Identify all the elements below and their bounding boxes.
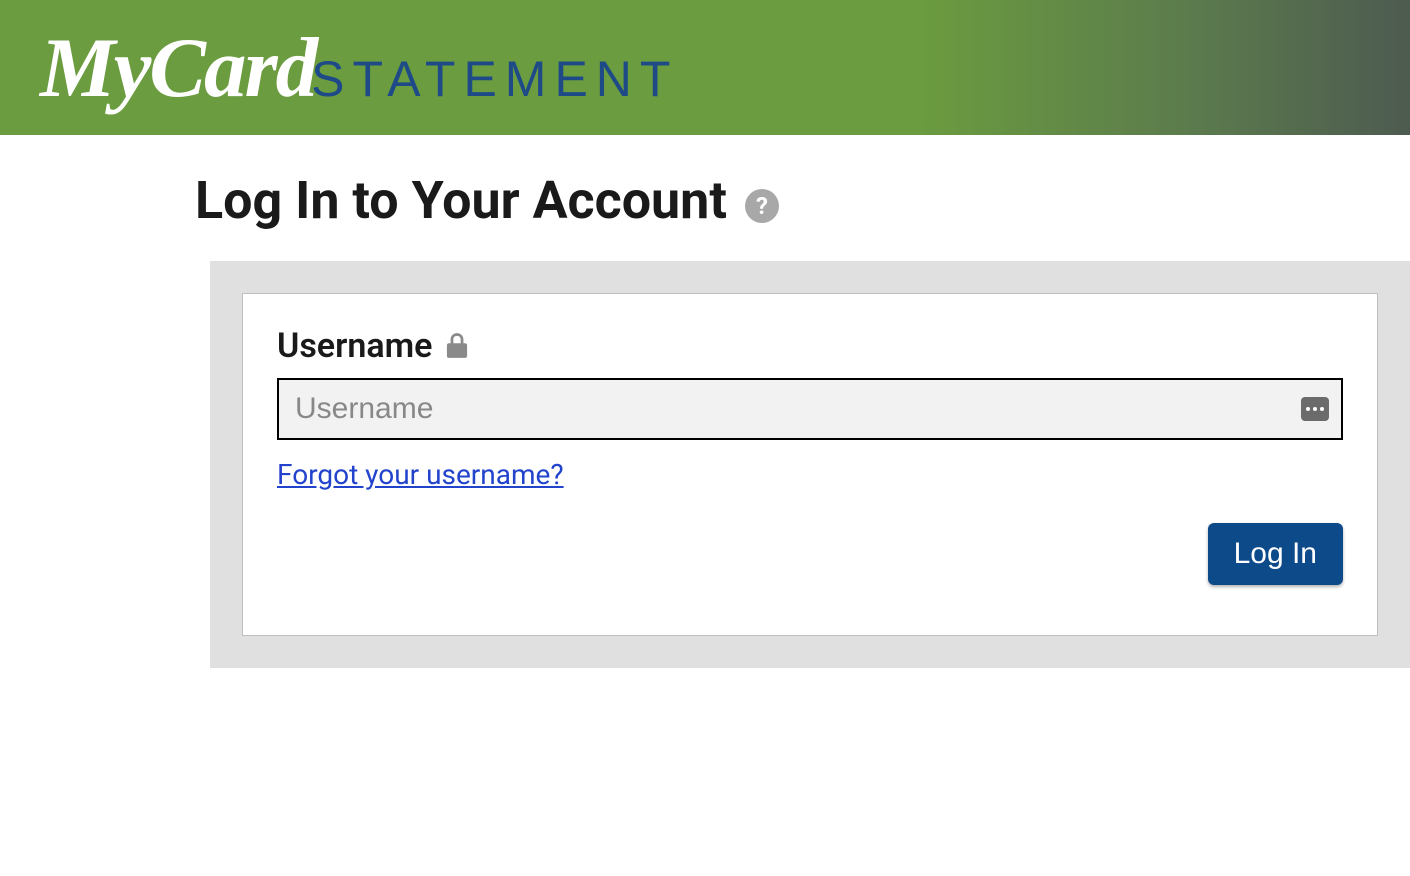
brand-logo-block: STATEMENT [311,50,678,108]
forgot-username-link[interactable]: Forgot your username? [277,458,564,491]
login-panel-outer: Username Forgot your username? Log In [210,261,1410,668]
content-area: Log In to Your Account ? Username Forgot… [0,135,1410,668]
help-glyph: ? [756,192,768,220]
brand-logo-script: MyCard [40,19,316,117]
brand-logo: MyCard STATEMENT [40,19,678,117]
header: MyCard STATEMENT [0,0,1410,135]
help-icon[interactable]: ? [745,189,779,223]
username-input[interactable] [277,378,1343,440]
username-label-row: Username [277,326,1343,366]
page-title: Log In to Your Account [195,170,727,231]
password-manager-icon[interactable] [1301,397,1329,421]
login-button[interactable]: Log In [1208,523,1343,585]
username-input-wrap [277,378,1343,440]
username-label: Username [277,326,432,366]
login-panel-inner: Username Forgot your username? Log In [242,293,1378,636]
page-title-row: Log In to Your Account ? [195,170,1410,231]
button-row: Log In [277,523,1343,585]
lock-icon [446,333,468,359]
